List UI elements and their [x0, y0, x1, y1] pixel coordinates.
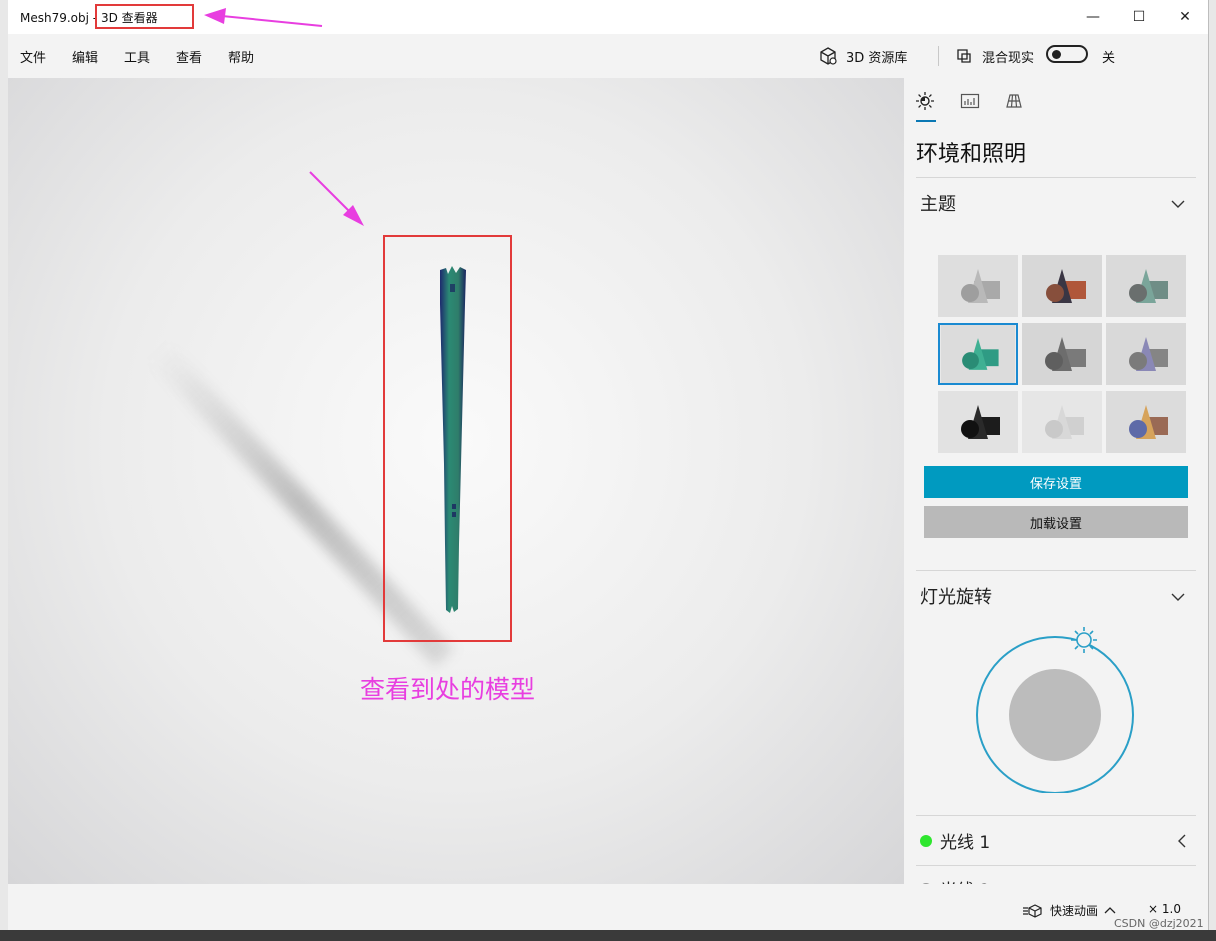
title-bar: Mesh79.obj - 3D 查看器 — ☐ ✕ [8, 0, 1208, 34]
light-sun-handle-icon[interactable] [1071, 627, 1097, 653]
annotation-caption: 查看到处的模型 [360, 675, 536, 704]
tab-stats[interactable] [959, 90, 981, 112]
theme-option-dark-warm[interactable] [1022, 255, 1102, 317]
theme-option-teal-grey[interactable] [1106, 255, 1186, 317]
light-2-row[interactable]: 光线 2 [920, 876, 990, 884]
speed-selector[interactable]: × 1.0 [1148, 902, 1181, 916]
light-sphere [1009, 669, 1101, 761]
menu-help[interactable]: 帮助 [228, 47, 254, 66]
chevron-down-icon[interactable] [1170, 196, 1186, 212]
mixed-reality-label: 混合现实 [982, 50, 1035, 66]
section-divider [916, 177, 1196, 178]
menu-divider [938, 46, 939, 66]
title-highlight-box [95, 4, 194, 29]
minimize-button[interactable]: — [1070, 0, 1116, 34]
3d-library-button[interactable]: 3D 资源库 [818, 44, 907, 68]
section-divider [916, 815, 1196, 816]
mixed-reality-icon [957, 49, 971, 63]
section-divider [916, 570, 1196, 571]
light-1-row[interactable]: 光线 1 [920, 828, 990, 853]
stats-icon [960, 93, 980, 109]
theme-section-header[interactable]: 主题 [920, 190, 956, 216]
light-rotation-header[interactable]: 灯光旋转 [920, 583, 992, 609]
3d-model[interactable] [428, 264, 478, 616]
chevron-up-icon[interactable] [1104, 905, 1116, 917]
quick-animation-button[interactable]: 快速动画 [1022, 902, 1116, 919]
3d-viewport[interactable]: 查看到处的模型 [8, 78, 904, 884]
maximize-button[interactable]: ☐ [1116, 0, 1162, 34]
cube-icon [820, 47, 837, 65]
theme-option-teal-selected[interactable] [938, 323, 1018, 385]
sun-icon [916, 92, 934, 110]
theme-grid [930, 255, 1186, 455]
panel-title: 环境和照明 [916, 142, 1027, 167]
theme-option-white[interactable] [1022, 391, 1102, 453]
mixed-reality-toggle[interactable] [1046, 45, 1088, 63]
viewer-window: Mesh79.obj - 3D 查看器 — ☐ ✕ 文件 编辑 工具 查看 帮助… [8, 0, 1208, 930]
menu-bar: 文件 编辑 工具 查看 帮助 3D 资源库 混合现实 关 [8, 34, 1208, 78]
theme-option-violet[interactable] [1106, 323, 1186, 385]
status-bar: 快速动画 × 1.0 CSDN @dzj2021 [8, 884, 1208, 930]
theme-option-dark-grey[interactable] [1022, 323, 1102, 385]
background-taskbar [0, 930, 1216, 941]
toggle-knob [1052, 50, 1061, 59]
menu-file[interactable]: 文件 [20, 47, 46, 66]
tab-grid[interactable] [1003, 90, 1025, 112]
window-filename: Mesh79.obj [20, 11, 89, 25]
environment-panel: 环境和照明 主题 保存设置 加载设置 灯光旋转 光线 1 [904, 78, 1208, 884]
active-tab-indicator [916, 120, 936, 122]
light-1-color-dot [920, 834, 932, 847]
tab-lighting[interactable] [914, 90, 936, 112]
save-settings-button[interactable]: 保存设置 [924, 466, 1188, 498]
section-divider [916, 865, 1196, 866]
menu-tools[interactable]: 工具 [124, 47, 150, 66]
grid-icon [1006, 94, 1022, 108]
3d-library-label: 3D 资源库 [846, 50, 908, 66]
background-window-right [1208, 0, 1216, 941]
menu-edit[interactable]: 编辑 [72, 47, 98, 66]
close-button[interactable]: ✕ [1162, 0, 1208, 34]
theme-option-black[interactable] [938, 391, 1018, 453]
chevron-left-icon[interactable] [1174, 833, 1190, 849]
chevron-down-icon[interactable] [1170, 589, 1186, 605]
light-rotation-dial[interactable] [975, 623, 1145, 793]
quick-animation-label: 快速动画 [1050, 904, 1099, 918]
animation-icon [1023, 903, 1042, 918]
light-2-label: 光线 2 [940, 876, 990, 884]
watermark: CSDN @dzj2021 [1114, 917, 1204, 930]
theme-option-multicolor[interactable] [1106, 391, 1186, 453]
mixed-reality-button[interactable]: 混合现实 [954, 44, 1034, 68]
speed-label: × 1.0 [1148, 902, 1181, 916]
load-settings-button[interactable]: 加载设置 [924, 506, 1188, 538]
menu-view[interactable]: 查看 [176, 47, 202, 66]
theme-option-grey[interactable] [938, 255, 1018, 317]
toggle-state-label: 关 [1102, 51, 1116, 66]
light-1-label: 光线 1 [940, 833, 991, 853]
